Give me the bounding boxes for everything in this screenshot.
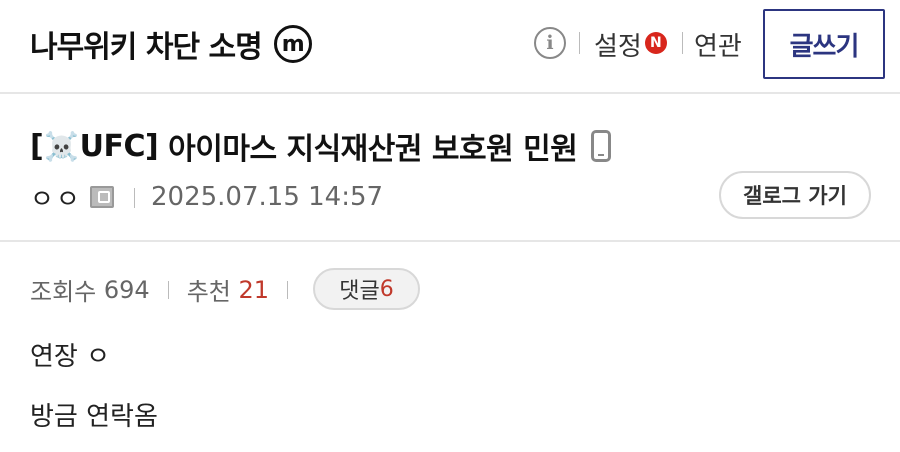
title-tag: UFC] (79, 128, 159, 164)
comments-value: 6 (379, 276, 394, 302)
info-icon[interactable]: i (534, 27, 566, 59)
author-name[interactable]: ㅇㅇ (30, 179, 82, 216)
title-text: 아이마스 지식재산권 보호원 민원 (168, 132, 578, 167)
views-label: 조회수 (30, 278, 97, 306)
skull-icon: ☠️ (44, 129, 79, 163)
divider (134, 188, 135, 208)
post-date: 2025.07.15 14:57 (151, 182, 384, 212)
recommend-value: 21 (238, 275, 270, 304)
mobile-icon (591, 130, 612, 162)
new-badge: N (644, 31, 667, 54)
divider (682, 32, 683, 54)
settings-label[interactable]: 설정 (594, 26, 642, 63)
write-button[interactable]: 글쓰기 (763, 9, 885, 79)
divider (287, 280, 289, 299)
author-info: ㅇㅇ (30, 179, 114, 216)
divider (167, 280, 169, 299)
gallog-button[interactable]: 갤로그 가기 (719, 171, 871, 219)
gallery-name[interactable]: 나무위키 차단 소명 (30, 22, 263, 66)
body-line: 방금 연락옴 (30, 402, 158, 432)
recommend-label: 추천 (186, 278, 231, 306)
title-bracket: [ (30, 128, 44, 164)
top-header: 나무위키 차단 소명 m i 설정 N 연관 글쓰기 (0, 0, 900, 94)
user-icon[interactable] (89, 186, 114, 208)
gallery-title[interactable]: 나무위키 차단 소명 m (30, 22, 312, 66)
comments-label: 댓글 (339, 279, 380, 304)
divider (579, 32, 580, 54)
comments-button[interactable]: 댓글 6 (313, 268, 420, 310)
related-link[interactable]: 연관 (694, 26, 742, 63)
settings-link[interactable]: 설정 N (594, 26, 667, 63)
post-title: [☠️ UFC] 아이마스 지식재산권 보호원 민원 (30, 124, 612, 168)
minor-gallery-badge-icon: m (273, 25, 312, 63)
stats-row: 조회수 694 추천 21 (30, 272, 306, 307)
views-value: 694 (103, 275, 150, 304)
section-divider (0, 240, 900, 242)
body-line: 연장 ㅇ (30, 342, 111, 372)
